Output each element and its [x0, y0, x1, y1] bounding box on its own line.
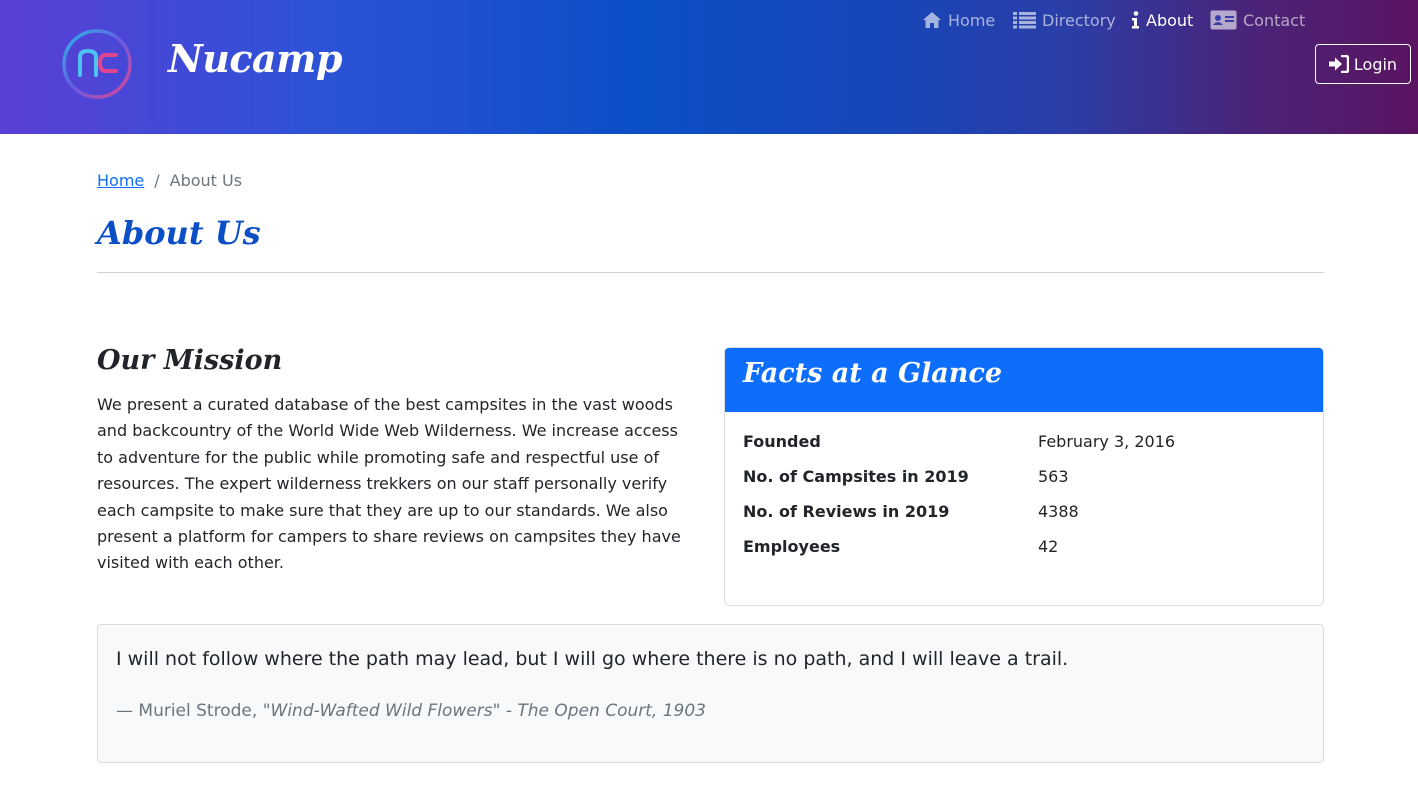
login-button[interactable]: Login — [1315, 44, 1411, 84]
login-label: Login — [1353, 54, 1398, 74]
fact-value: February 3, 2016 — [1038, 432, 1176, 451]
title-divider — [97, 272, 1324, 273]
breadcrumb-separator: / — [154, 171, 160, 190]
brand-name[interactable]: Nucamp — [168, 36, 342, 81]
quote-author: — Muriel Strode, — [116, 701, 263, 721]
quote-box: I will not follow where the path may lea… — [97, 624, 1324, 763]
fact-label: No. of Campsites in 2019 — [743, 467, 969, 486]
fact-value: 4388 — [1038, 502, 1079, 521]
fact-label: Founded — [743, 432, 821, 451]
fact-label: Employees — [743, 537, 841, 556]
facts-card-header: Facts at a Glance — [725, 348, 1323, 412]
breadcrumb-home-link[interactable]: Home — [97, 171, 144, 190]
nav-directory-label: Directory — [1042, 10, 1116, 30]
list-icon — [1013, 12, 1036, 29]
fact-value: 42 — [1038, 537, 1059, 556]
nav-directory[interactable]: Directory — [1013, 0, 1116, 40]
nav-about-label: About — [1146, 10, 1194, 30]
home-icon — [923, 12, 941, 28]
breadcrumb: Home / About Us — [97, 171, 242, 190]
site-header: Nucamp Home Directory About Contact Logi… — [0, 0, 1418, 134]
fact-row: No. of Campsites in 2019 563 — [743, 467, 1313, 502]
nav-contact[interactable]: Contact — [1210, 0, 1305, 40]
fact-value: 563 — [1038, 467, 1069, 486]
mission-text: We present a curated database of the bes… — [97, 395, 681, 573]
fact-row: Founded February 3, 2016 — [743, 432, 1313, 467]
nucamp-logo[interactable] — [60, 27, 134, 101]
breadcrumb-current: About Us — [169, 171, 243, 190]
address-card-icon — [1210, 10, 1237, 30]
facts-list: Founded February 3, 2016 No. of Campsite… — [743, 432, 1313, 572]
nav-about[interactable]: About — [1131, 0, 1193, 40]
fact-row: Employees 42 — [743, 537, 1313, 572]
quote-attribution: — Muriel Strode, "Wind-Wafted Wild Flowe… — [116, 701, 706, 721]
fact-row: No. of Reviews in 2019 4388 — [743, 502, 1313, 537]
nav-home-label: Home — [948, 10, 996, 30]
nav-home[interactable]: Home — [922, 0, 995, 40]
fact-label: No. of Reviews in 2019 — [743, 502, 950, 521]
quote-source: "Wind-Wafted Wild Flowers" - The Open Co… — [262, 701, 706, 721]
page-title: About Us — [97, 214, 261, 252]
nav-contact-label: Contact — [1243, 10, 1306, 30]
mission-title: Our Mission — [97, 345, 283, 376]
sign-in-icon — [1328, 55, 1349, 73]
facts-card: Facts at a Glance Founded February 3, 20… — [724, 347, 1324, 606]
facts-title: Facts at a Glance — [743, 358, 1003, 389]
quote-text: I will not follow where the path may lea… — [116, 648, 1069, 670]
info-icon — [1132, 11, 1139, 29]
